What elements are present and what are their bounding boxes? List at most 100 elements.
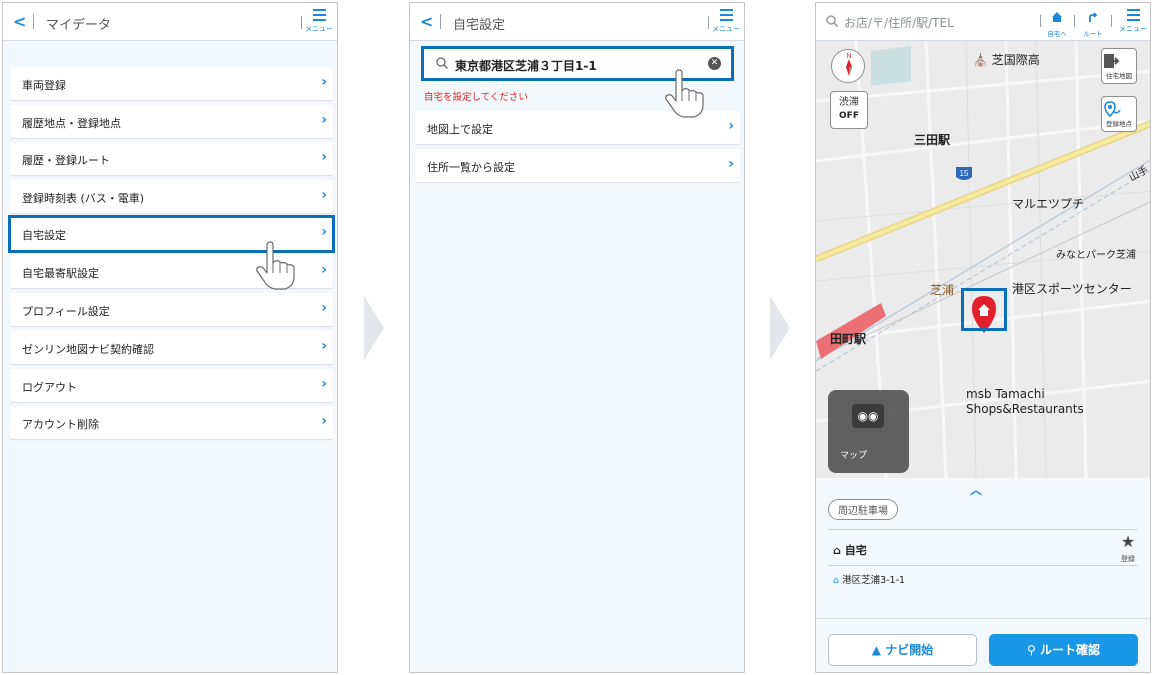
map-label: みなとパーク芝浦 [1056, 250, 1136, 261]
list-item-history-points[interactable]: 履歴地点・登録地点 › [10, 105, 333, 138]
divider [1040, 15, 1041, 27]
bottom-panel: ︿ 周辺駐車場 ⌂ 自宅 ★ 登録 ⌂ 港区芝浦3-1-1 [816, 478, 1150, 620]
list-item-contract[interactable]: ゼンリン地図ナビ契約確認 › [10, 331, 333, 364]
traffic-state: OFF [839, 111, 859, 121]
chevron-right-icon: › [321, 300, 327, 316]
place-title: ⌂ 自宅 [833, 542, 867, 558]
start-navigation-label: ナビ開始 [885, 643, 934, 657]
route-button-label: ルート [1083, 30, 1103, 38]
home-button[interactable]: 自宅へ [1042, 8, 1072, 38]
chevron-right-icon: › [728, 118, 734, 134]
list-item-label: 登録時刻表 (バス・電車) [22, 192, 145, 205]
list-item-label: ログアウト [22, 381, 77, 394]
list-item-label: ゼンリン地図ナビ契約確認 [22, 343, 154, 356]
residential-map-icon [1104, 54, 1120, 68]
back-icon[interactable]: < [420, 12, 433, 31]
search-input[interactable]: お店/〒/住所/駅/TEL [844, 14, 954, 31]
residential-map-label: 住宅地図 [1106, 72, 1132, 80]
list-item-vehicle[interactable]: 車両登録 › [10, 67, 333, 100]
menu-button[interactable]: メニュー [1117, 9, 1149, 37]
pin-icon [1104, 101, 1121, 118]
hamburger-icon [312, 9, 326, 21]
chevron-up-icon[interactable]: ︿ [970, 481, 982, 498]
traffic-toggle[interactable]: 渋滞 OFF [830, 91, 868, 129]
step-arrow-icon [770, 296, 790, 360]
list-item-label: 履歴地点・登録地点 [22, 117, 121, 130]
list-item-label: 車両登録 [22, 79, 66, 92]
chevron-right-icon: › [321, 338, 327, 354]
divider [1074, 15, 1075, 27]
check-route-label: ルート確認 [1039, 643, 1100, 657]
map-label: ⛪ 芝国際高 [973, 53, 1040, 67]
menu-label: メニュー [712, 25, 740, 33]
place-address-text: 港区芝浦3-1-1 [842, 575, 906, 586]
home-marker-highlight [961, 288, 1007, 331]
list-item-label: 地図上で設定 [427, 123, 493, 136]
page-title: マイデータ [46, 18, 112, 33]
list-item-label: 自宅設定 [22, 229, 66, 242]
menu-label: メニュー [1119, 25, 1147, 33]
divider [708, 16, 709, 29]
list-item-label: プロフィール設定 [22, 305, 110, 318]
list-item-label: 履歴・登録ルート [22, 154, 110, 167]
home-setting-screen: < 自宅設定 メニュー 東京都港区芝浦３丁目1-1 ✕ 自宅を設定してください … [409, 2, 745, 673]
compass-button[interactable]: N [831, 49, 865, 83]
divider [1111, 15, 1112, 27]
list-item-profile[interactable]: プロフィール設定 › [10, 293, 333, 326]
map-label: msb Tamachi [966, 387, 1045, 401]
route-button[interactable]: ルート [1078, 8, 1108, 38]
warning-text: 自宅を設定してください [424, 92, 528, 103]
chevron-right-icon: › [321, 149, 327, 165]
header: < マイデータ メニュー [3, 3, 337, 41]
list-item-logout[interactable]: ログアウト › [10, 369, 333, 402]
list-item-timetable[interactable]: 登録時刻表 (バス・電車) › [10, 180, 333, 213]
chevron-right-icon: › [321, 376, 327, 392]
list-item-history-routes[interactable]: 履歴・登録ルート › [10, 142, 333, 175]
apple-maps-button[interactable]: ◉◉ マップ [828, 390, 909, 473]
search-icon [436, 57, 448, 69]
place-title-text: 自宅 [844, 544, 867, 557]
registered-points-label: 登録地点 [1106, 120, 1132, 128]
home-icon [1052, 12, 1062, 22]
divider [301, 16, 302, 29]
start-navigation-button[interactable]: ▲ ナビ開始 [828, 634, 977, 666]
header: < 自宅設定 メニュー [410, 3, 744, 41]
list-item-delete-account[interactable]: アカウント削除 › [10, 406, 333, 439]
menu-button[interactable]: メニュー [710, 9, 742, 37]
map-label: 港区スポーツセンター [1012, 282, 1132, 296]
divider [828, 529, 1138, 530]
home-button-label: 自宅へ [1047, 30, 1067, 38]
hamburger-icon [1126, 9, 1140, 21]
back-icon[interactable]: < [13, 12, 26, 31]
chevron-right-icon: › [321, 74, 327, 90]
map-label-text: 芝国際高 [991, 53, 1040, 67]
list-item-label: 住所一覧から設定 [427, 161, 515, 174]
divider [440, 14, 441, 29]
clear-icon[interactable]: ✕ [708, 57, 721, 70]
list-item-label: アカウント削除 [22, 418, 99, 431]
traffic-label: 渋滞 [839, 97, 859, 108]
footer-bar: ▲ ナビ開始 ⚲ ルート確認 [816, 618, 1150, 672]
chevron-right-icon: › [321, 187, 327, 203]
map-view[interactable]: 15 N 渋滞 OFF 住宅地図 登録地点 ⛪ 芝国際高 三田駅 マルエツプチ … [816, 41, 1150, 478]
pointer-hand-icon [256, 241, 295, 290]
menu-button[interactable]: メニュー [303, 9, 335, 37]
residential-map-button[interactable]: 住宅地図 [1101, 48, 1137, 84]
chevron-right-icon: › [728, 156, 734, 172]
registered-points-button[interactable]: 登録地点 [1101, 96, 1137, 132]
map-label: マルエツプチ [1012, 197, 1085, 211]
route-icon [1089, 12, 1098, 22]
list-item-label: 自宅最寄駅設定 [22, 267, 99, 280]
svg-text:N: N [846, 53, 851, 60]
svg-text:15: 15 [960, 169, 969, 178]
search-icon [826, 15, 838, 27]
header: お店/〒/住所/駅/TEL 自宅へ ルート メニュー [816, 3, 1150, 41]
parking-chip[interactable]: 周辺駐車場 [828, 499, 898, 520]
home-icon: ⌂ [833, 544, 841, 557]
register-button[interactable]: ★ 登録 [1118, 534, 1138, 567]
map-label: Shops&Restaurants [966, 402, 1084, 416]
map-screen: お店/〒/住所/駅/TEL 自宅へ ルート メニュー 15 N 渋滞 OFF 住… [815, 2, 1151, 673]
list-item-set-from-address[interactable]: 住所一覧から設定 › [415, 149, 740, 182]
check-route-button[interactable]: ⚲ ルート確認 [989, 634, 1138, 666]
route-icon: ⚲ [1027, 643, 1036, 657]
